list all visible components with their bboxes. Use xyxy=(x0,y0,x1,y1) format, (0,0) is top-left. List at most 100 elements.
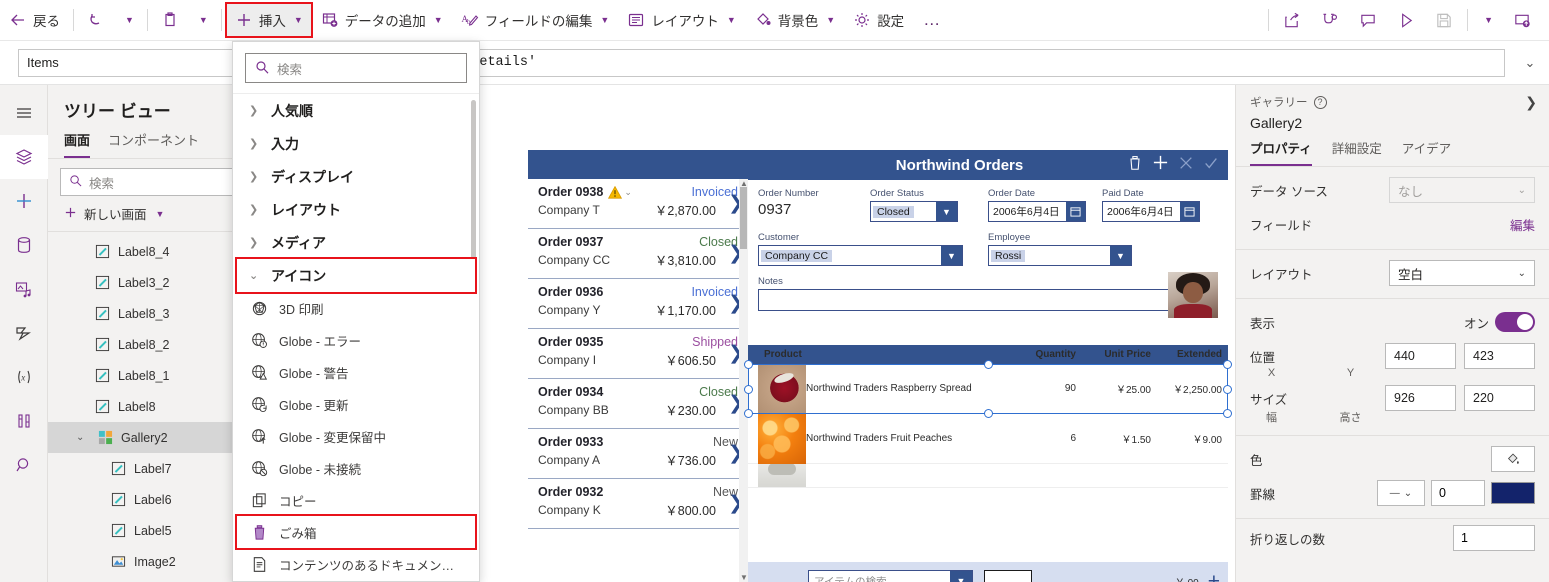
border-style-dropdown[interactable]: — ⌄ xyxy=(1377,480,1425,506)
flyout-scrollbar[interactable] xyxy=(471,100,476,260)
search-icon[interactable] xyxy=(0,443,48,487)
paste-button[interactable] xyxy=(153,4,187,36)
paid-date-picker[interactable]: 2006年6月4日 xyxy=(1102,201,1200,222)
plus-icon[interactable]: + xyxy=(1208,571,1220,582)
position-x-input[interactable]: 440 xyxy=(1385,343,1456,369)
save-dropdown[interactable]: ▼ xyxy=(1473,4,1502,36)
comments-button[interactable] xyxy=(1350,4,1386,36)
preview-button[interactable] xyxy=(1388,4,1424,36)
order-list-item[interactable]: Order 0932 New Company K ￥800.00 ❯ xyxy=(528,479,748,529)
settings-button[interactable]: 設定 xyxy=(845,4,912,36)
power-automate-icon[interactable] xyxy=(0,311,48,355)
undo-button[interactable] xyxy=(79,4,113,36)
back-button[interactable]: 戻る xyxy=(1,4,68,36)
insert-item-globe-disconnected[interactable]: Globe - 未接続 xyxy=(233,452,479,484)
formula-expand-button[interactable]: ⌄ xyxy=(1511,55,1549,71)
edit-fields-button[interactable]: Ab フィールドの編集 ▼ xyxy=(453,4,618,36)
chevron-down-icon: ▼ xyxy=(1110,246,1131,265)
position-y-input[interactable]: 423 xyxy=(1464,343,1535,369)
media-icon[interactable] xyxy=(0,267,48,311)
border-color-swatch[interactable] xyxy=(1491,482,1535,504)
wrap-count-input[interactable]: 1 xyxy=(1453,525,1535,551)
edit-fields-link[interactable]: 編集 xyxy=(1510,215,1535,234)
insert-item-globe-pending[interactable]: Globe - 変更保留中 xyxy=(233,420,479,452)
border-width-input[interactable]: 0 xyxy=(1431,480,1485,506)
tab-ideas[interactable]: アイデア xyxy=(1402,138,1451,166)
chevron-down-icon[interactable]: ⌄ xyxy=(76,432,90,443)
insert-item-globe-refresh[interactable]: Globe - 更新 xyxy=(233,388,479,420)
visible-toggle[interactable] xyxy=(1495,312,1535,332)
insert-button[interactable]: 挿入 ▼ xyxy=(224,2,313,38)
hamburger-icon[interactable] xyxy=(0,91,48,135)
size-width-input[interactable]: 926 xyxy=(1385,385,1456,411)
add-data-button[interactable]: データの追加 ▼ xyxy=(313,4,451,36)
tree-view-icon[interactable] xyxy=(0,135,48,179)
more-commands-button[interactable]: … xyxy=(913,10,951,30)
trash-icon[interactable] xyxy=(1127,155,1143,176)
insert-item-3d-print[interactable]: 3D 印刷 xyxy=(233,292,479,324)
layout-dropdown[interactable]: 空白 ⌄ xyxy=(1389,260,1535,286)
quantity-input[interactable] xyxy=(984,569,1032,582)
notes-input[interactable] xyxy=(758,289,1218,311)
property-selector[interactable]: Items xyxy=(18,48,254,77)
app-checker-button[interactable] xyxy=(1312,4,1348,36)
background-color-button[interactable]: 背景色 ▼ xyxy=(746,4,843,36)
help-icon[interactable]: ? xyxy=(1313,95,1327,109)
publish-button[interactable] xyxy=(1504,4,1540,36)
layout-button[interactable]: レイアウト ▼ xyxy=(619,4,743,36)
grid-row[interactable]: Northwind Traders Fruit Peaches 6 ￥1.50 … xyxy=(748,413,1228,464)
grid-row[interactable] xyxy=(748,464,1228,488)
employee-dropdown[interactable]: Rossi ▼ xyxy=(988,245,1132,266)
category-input[interactable]: ❯ 入力 xyxy=(233,127,479,160)
check-icon[interactable] xyxy=(1203,155,1219,176)
order-list-item[interactable]: Order 0936 Invoiced Company Y ￥1,170.00 … xyxy=(528,279,748,329)
cancel-icon[interactable] xyxy=(1178,155,1194,176)
paste-dropdown[interactable]: ▼ xyxy=(189,4,216,36)
chevron-down-icon[interactable]: ⌄ xyxy=(624,187,632,198)
fill-color-button[interactable] xyxy=(1491,446,1535,472)
order-list-item[interactable]: Order 0935 Shipped Company I ￥606.50 ❯ xyxy=(528,329,748,379)
variables-icon[interactable]: x xyxy=(0,355,48,399)
item-search-dropdown[interactable]: アイテムの検索 ▼ xyxy=(808,569,973,582)
grid-row[interactable]: Northwind Traders Raspberry Spread 90 ￥2… xyxy=(748,363,1228,414)
order-list-item[interactable]: Order 0937 Closed Company CC ￥3,810.00 ❯ xyxy=(528,229,748,279)
scroll-down-icon[interactable]: ▼ xyxy=(740,573,748,582)
orders-gallery-scrollbar[interactable]: ▲ ▼ xyxy=(739,179,748,582)
tab-advanced[interactable]: 詳細設定 xyxy=(1332,138,1382,166)
flyout-search-input[interactable]: 検索 xyxy=(245,53,467,83)
save-button[interactable] xyxy=(1426,4,1462,36)
plus-icon[interactable] xyxy=(1152,154,1169,176)
data-source-dropdown[interactable]: なし ⌄ xyxy=(1389,177,1535,203)
tab-properties[interactable]: プロパティ xyxy=(1250,138,1312,166)
data-icon[interactable] xyxy=(0,223,48,267)
collapse-panel-button[interactable]: ❯ xyxy=(1525,94,1537,111)
category-icons[interactable]: ⌄ アイコン xyxy=(235,257,477,294)
order-list-item[interactable]: Order 0933 New Company A ￥736.00 ❯ xyxy=(528,429,748,479)
insert-item-globe-error[interactable]: Globe - エラー xyxy=(233,324,479,356)
column-header-quantity: Quantity xyxy=(1035,349,1076,360)
customer-dropdown[interactable]: Company CC ▼ xyxy=(758,245,963,266)
field-label: Order Date xyxy=(988,188,1035,199)
tab-components[interactable]: コンポーネント xyxy=(108,130,199,158)
category-media[interactable]: ❯ メディア xyxy=(233,226,479,259)
scrollbar-thumb[interactable] xyxy=(740,187,747,249)
tab-screens[interactable]: 画面 xyxy=(64,130,91,158)
tools-icon[interactable] xyxy=(0,399,48,443)
undo-dropdown[interactable]: ▼ xyxy=(115,4,142,36)
insert-icon[interactable] xyxy=(0,179,48,223)
category-layout[interactable]: ❯ レイアウト xyxy=(233,193,479,226)
grid-header-row: Product Quantity Unit Price Extended xyxy=(748,345,1228,364)
insert-item-trash[interactable]: ごみ箱 xyxy=(235,514,477,550)
insert-item-document-with-content[interactable]: コンテンツのあるドキュメン… xyxy=(233,548,479,580)
share-button[interactable] xyxy=(1274,4,1310,36)
order-date-picker[interactable]: 2006年6月4日 xyxy=(988,201,1086,222)
size-height-input[interactable]: 220 xyxy=(1464,385,1535,411)
orders-gallery[interactable]: Order 0938 ⌄ Invoiced Company T ￥2,870.0… xyxy=(528,150,748,582)
category-display[interactable]: ❯ ディスプレイ xyxy=(233,160,479,193)
insert-item-globe-warning[interactable]: Globe - 警告 xyxy=(233,356,479,388)
order-list-item[interactable]: Order 0934 Closed Company BB ￥230.00 ❯ xyxy=(528,379,748,429)
order-status-dropdown[interactable]: Closed ▼ xyxy=(870,201,958,222)
category-popular[interactable]: ❯ 人気順 xyxy=(233,94,479,127)
order-list-item[interactable]: Order 0938 ⌄ Invoiced Company T ￥2,870.0… xyxy=(528,179,748,229)
insert-item-copy[interactable]: コピー xyxy=(233,484,479,516)
